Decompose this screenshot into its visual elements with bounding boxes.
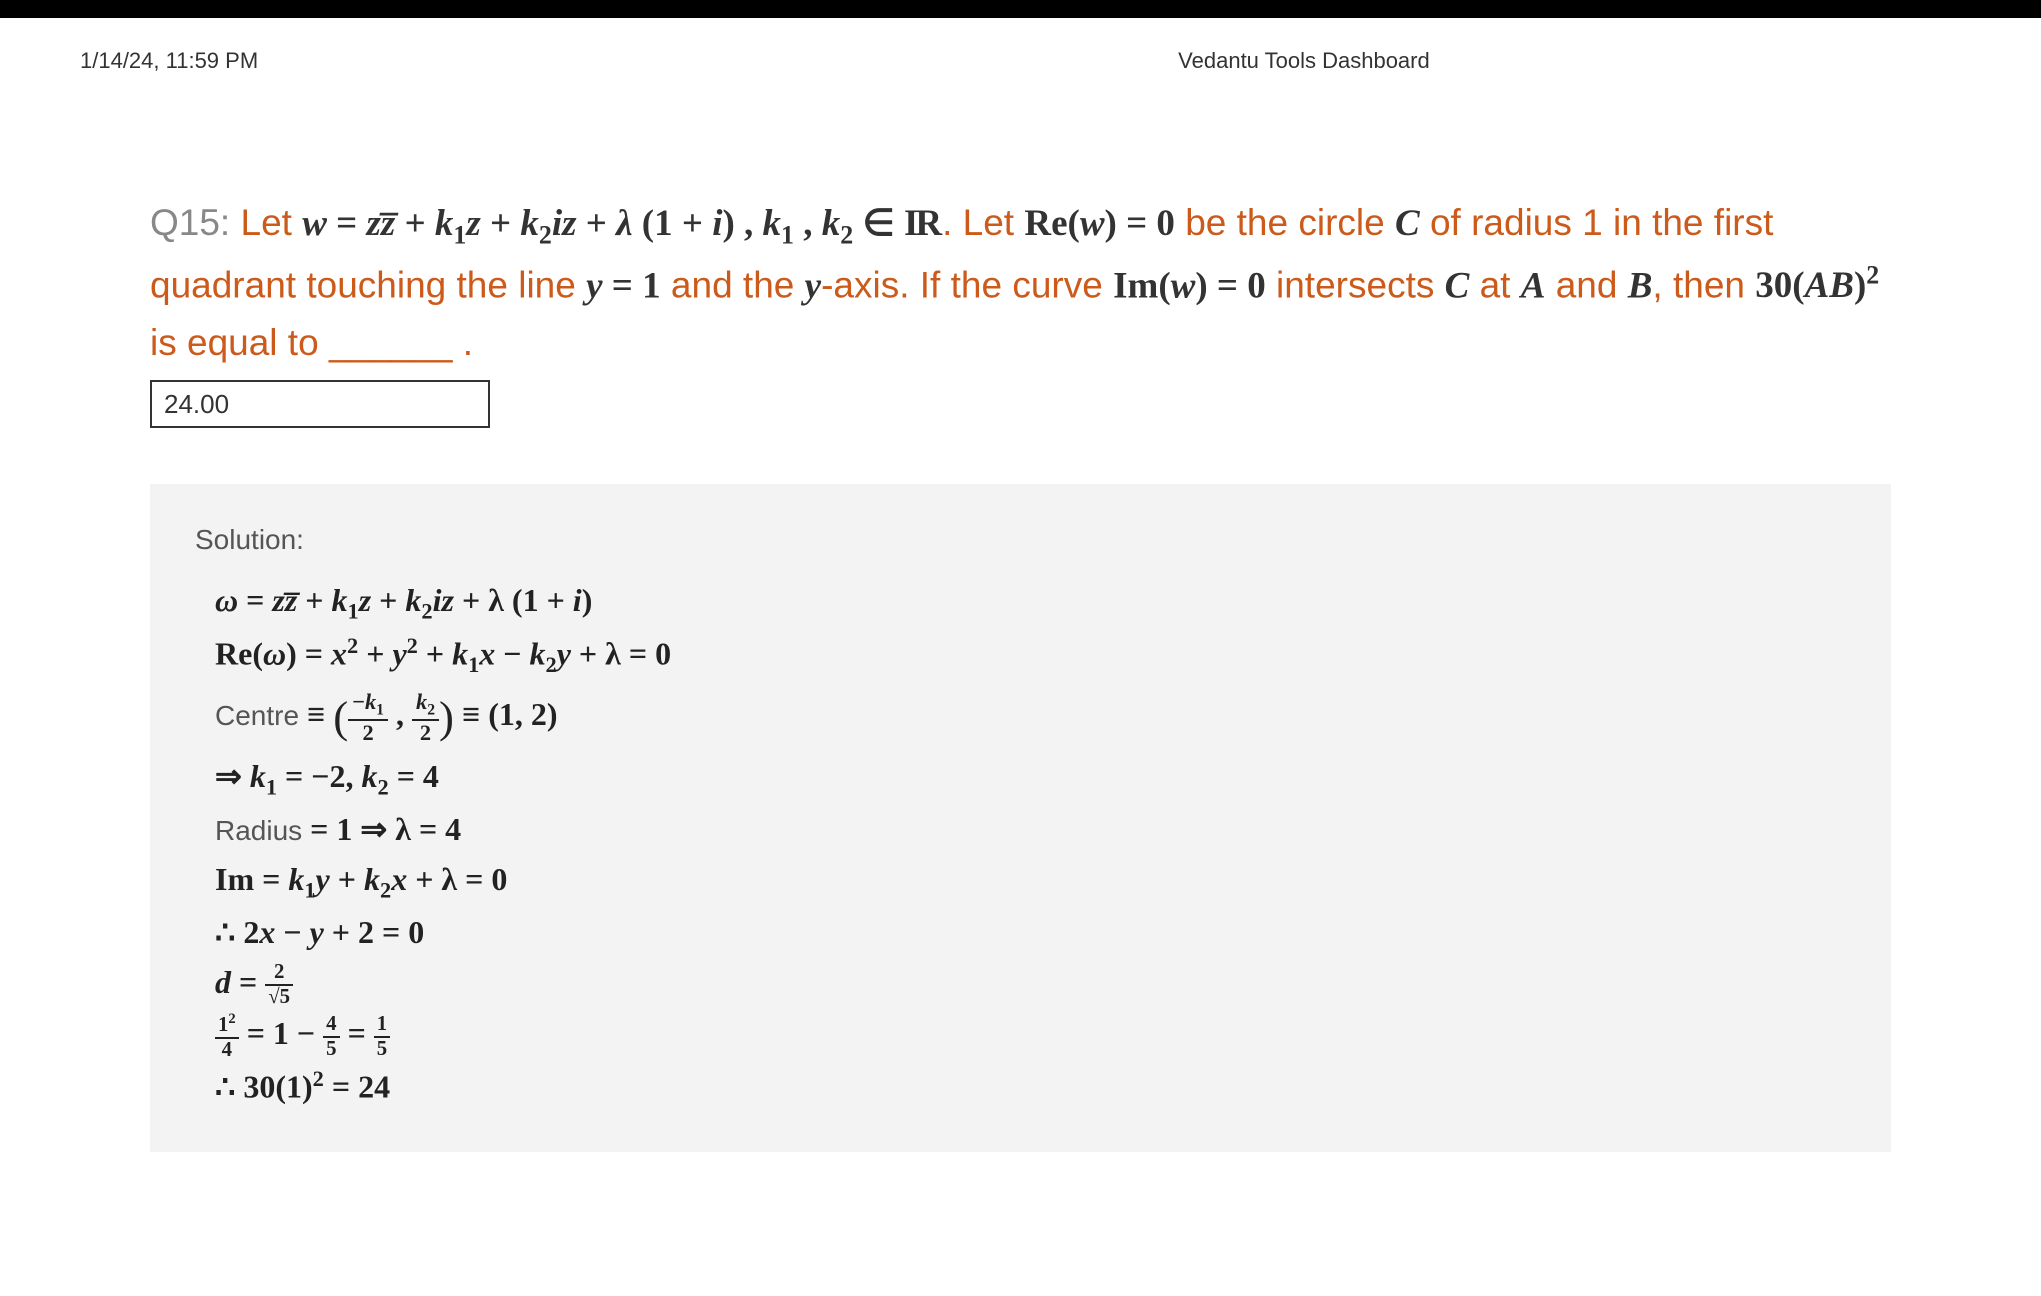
page-header: 1/14/24, 11:59 PM Vedantu Tools Dashboar…: [0, 18, 2041, 74]
solution-block: Solution: ω = zz̅ + k1z + k2iz + λ (1 + …: [150, 484, 1891, 1152]
print-timestamp: 1/14/24, 11:59 PM: [80, 48, 258, 74]
page-title: Vedantu Tools Dashboard: [1178, 48, 1430, 74]
main-content: Q15: Let w = zz̅ + k1z + k2iz + λ (1 + i…: [0, 74, 2041, 1152]
q-text: Let: [230, 202, 302, 243]
solution-line-4: ⇒ k1 = −2, k2 = 4: [215, 752, 1846, 805]
solution-line-3: Centre ≡ (−k12 , k22) ≡ (1, 2): [215, 683, 1846, 752]
solution-line-9: 124 = 1 − 45 = 15: [215, 1009, 1846, 1062]
solution-content: ω = zz̅ + k1z + k2iz + λ (1 + i) Re(ω) =…: [195, 576, 1846, 1112]
solution-line-10: ∴ 30(1)2 = 24: [215, 1062, 1846, 1112]
solution-line-8: d = 2√5: [215, 958, 1846, 1010]
solution-line-2: Re(ω) = x2 + y2 + k1x − k2y + λ = 0: [215, 629, 1846, 683]
solution-line-1: ω = zz̅ + k1z + k2iz + λ (1 + i): [215, 576, 1846, 629]
answer-input[interactable]: 24.00: [150, 380, 490, 428]
question-number: Q15:: [150, 202, 230, 243]
solution-line-7: ∴ 2x − y + 2 = 0: [215, 908, 1846, 958]
window-top-bar: [0, 0, 2041, 18]
solution-line-5: Radius = 1 ⇒ λ = 4: [215, 805, 1846, 855]
question-block: Q15: Let w = zz̅ + k1z + k2iz + λ (1 + i…: [150, 194, 1891, 429]
solution-line-6: Im = k1y + k2x + λ = 0: [215, 855, 1846, 908]
solution-label: Solution:: [195, 524, 1846, 556]
